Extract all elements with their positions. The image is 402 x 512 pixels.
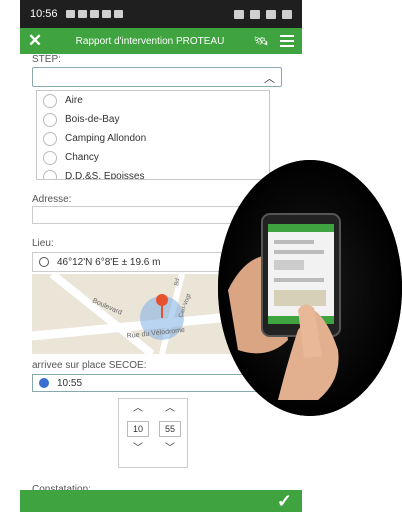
status-icons [234, 9, 292, 19]
step-option-label: Bois-de-Bay [65, 114, 120, 125]
step-select[interactable]: ︿ [32, 67, 282, 87]
alarm-icon [234, 9, 244, 19]
step-option[interactable]: Chancy [37, 148, 269, 167]
radio-icon [43, 169, 57, 179]
nfc-icon [250, 9, 260, 19]
radio-icon [43, 150, 57, 165]
notification-icon [101, 10, 111, 18]
signal-icon [266, 9, 276, 19]
notification-icon [65, 10, 75, 18]
status-bar: 10:56 [20, 0, 302, 28]
satellite-icon[interactable]: 🛰 [250, 34, 272, 48]
step-dropdown: Aire Bois-de-Bay Camping Allondon Chancy… [36, 90, 270, 180]
time-picker: ︿ 10 ﹀ ︿ 55 ﹀ [118, 398, 188, 468]
step-option-label: Chancy [65, 152, 99, 163]
step-option-label: Aire [65, 95, 83, 106]
step-option[interactable]: Camping Allondon [37, 129, 269, 148]
notification-icon [89, 10, 99, 18]
step-option[interactable]: D.D.&S. Epoisses [37, 167, 269, 180]
step-label: STEP: [32, 54, 61, 65]
status-time: 10:56 [30, 8, 58, 20]
form: STEP: ︿ Aire Bois-de-Bay Camping Allondo… [32, 54, 292, 495]
chevron-up-icon: ︿ [264, 73, 275, 85]
adresse-label: Adresse: [32, 194, 72, 205]
minute-value[interactable]: 55 [159, 421, 181, 437]
lieu-label: Lieu: [32, 238, 54, 249]
gps-icon [39, 257, 49, 267]
minute-column: ︿ 55 ﹀ [157, 403, 183, 455]
arrivee-time-value: 10:55 [57, 377, 83, 389]
radio-icon [43, 112, 57, 127]
step-option-label: D.D.&S. Epoisses [65, 171, 145, 180]
battery-icon [282, 9, 292, 19]
hour-column: ︿ 10 ﹀ [125, 403, 151, 455]
coordinates-value: 46°12'N 6°8'E ± 19.6 m [57, 256, 161, 268]
arrivee-label: arrivee sur place SECOE: [32, 360, 147, 371]
bottom-bar: ✓ [20, 490, 302, 512]
radio-icon [43, 131, 57, 146]
step-option-label: Camping Allondon [65, 133, 147, 144]
menu-icon[interactable] [272, 35, 302, 47]
notification-icon [77, 10, 87, 18]
hand-phone-illustration [218, 160, 402, 416]
minute-down-icon[interactable]: ﹀ [165, 443, 175, 455]
hour-value[interactable]: 10 [127, 421, 149, 437]
app-title: Rapport d'intervention PROTEAU [75, 35, 225, 47]
close-icon[interactable]: ✕ [20, 31, 50, 51]
minute-up-icon[interactable]: ︿ [165, 403, 175, 415]
clock-icon [39, 378, 49, 388]
radio-icon [43, 93, 57, 108]
map-street-label: Bd [174, 278, 181, 286]
hour-up-icon[interactable]: ︿ [133, 403, 143, 415]
step-option[interactable]: Aire [37, 91, 269, 110]
check-icon[interactable]: ✓ [277, 491, 292, 512]
step-option[interactable]: Bois-de-Bay [37, 110, 269, 129]
hour-down-icon[interactable]: ﹀ [133, 443, 143, 455]
hand-phone-drawing [218, 160, 402, 416]
location-icon [113, 10, 123, 18]
app-bar: ✕ Rapport d'intervention PROTEAU 🛰 [20, 28, 302, 54]
